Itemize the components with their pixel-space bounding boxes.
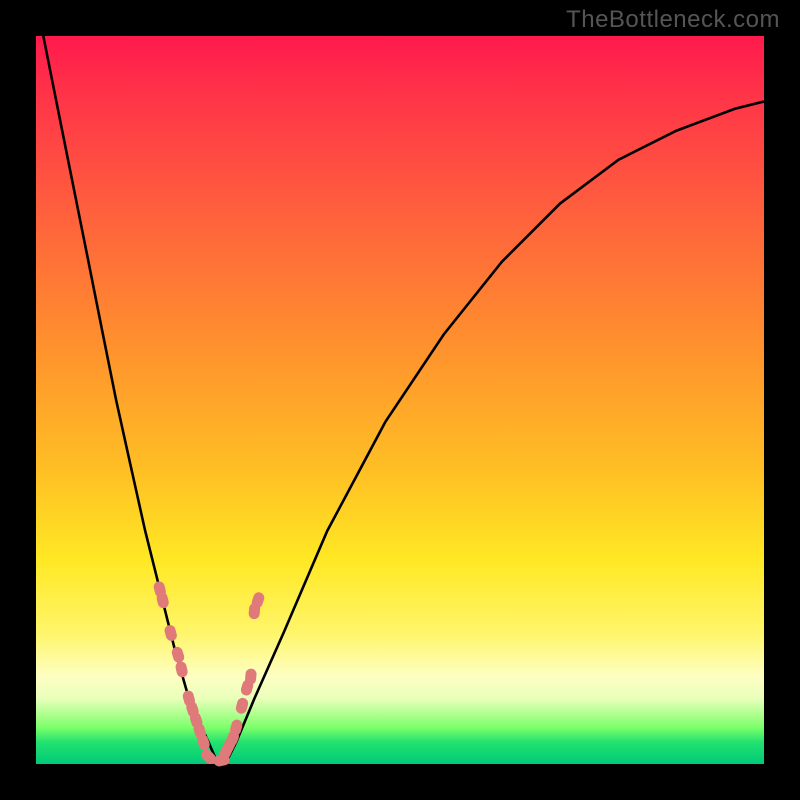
chart-panel bbox=[36, 36, 764, 764]
marker-dot bbox=[235, 697, 250, 715]
marker-dot bbox=[163, 624, 178, 642]
watermark-text: TheBottleneck.com bbox=[566, 6, 780, 34]
marker-dot bbox=[245, 668, 257, 685]
plot-svg bbox=[36, 36, 764, 764]
marker-dot bbox=[174, 660, 189, 678]
marker-dot bbox=[170, 646, 185, 664]
bottleneck-curve bbox=[43, 36, 764, 764]
highlight-markers bbox=[152, 580, 265, 767]
chart-frame: TheBottleneck.com bbox=[0, 0, 800, 800]
